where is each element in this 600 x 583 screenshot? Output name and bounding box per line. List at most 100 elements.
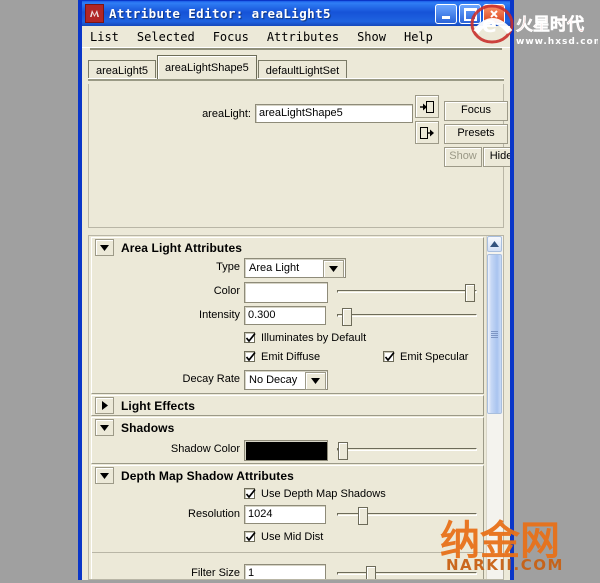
resolution-slider[interactable] <box>337 507 477 525</box>
menu-separator <box>90 48 502 50</box>
tab-strip: areaLight5 areaLightShape5 defaultLightS… <box>88 55 504 81</box>
minimize-button[interactable] <box>435 4 457 24</box>
type-label: Type <box>216 261 240 273</box>
filter-size-slider[interactable] <box>337 566 477 579</box>
maya-glyph <box>90 10 99 17</box>
resolution-slider-thumb[interactable] <box>358 507 369 525</box>
row-decay-rate: Decay Rate No Decay <box>92 367 483 393</box>
depth-map-divider <box>92 552 483 563</box>
section-title-shadows: Shadows <box>121 420 175 435</box>
twisty-down-icon-shadows[interactable] <box>95 419 114 436</box>
emit-specular-label: Emit Specular <box>400 351 469 363</box>
menu-item-selected[interactable]: Selected <box>137 29 204 45</box>
close-icon <box>490 10 498 18</box>
resolution-input[interactable]: 1024 <box>244 505 326 524</box>
filter-size-input[interactable]: 1 <box>244 564 326 579</box>
use-mid-dist-checkbox[interactable] <box>244 531 256 542</box>
section-area-light-attributes: Area Light Attributes Type Area Light Co… <box>91 237 484 394</box>
select-output-button[interactable] <box>415 121 439 144</box>
section-header-shadows[interactable]: Shadows <box>92 418 483 437</box>
chevron-down-glyph <box>311 378 320 384</box>
twisty-down-icon-area-light[interactable] <box>95 239 114 256</box>
svg-text:火星时代: 火星时代 <box>516 14 584 35</box>
emit-diffuse-label: Emit Diffuse <box>261 351 321 363</box>
chevron-down-icon-decay[interactable] <box>305 372 326 390</box>
presets-button[interactable]: Presets <box>444 124 508 144</box>
maximize-button[interactable] <box>459 4 481 24</box>
intensity-slider[interactable] <box>337 308 477 326</box>
filter-size-label: Filter Size <box>191 567 240 579</box>
row-emit: Emit Diffuse Emit Specular <box>92 348 483 367</box>
use-depth-map-shadows-label: Use Depth Map Shadows <box>261 488 386 500</box>
hide-button[interactable]: Hide <box>483 147 510 167</box>
illuminates-by-default-label: Illuminates by Default <box>261 332 367 344</box>
node-name-label: areaLight: <box>202 108 251 120</box>
node-name-input[interactable]: areaLightShape5 <box>255 104 413 123</box>
vertical-scrollbar[interactable] <box>486 236 503 579</box>
window-title: Attribute Editor: areaLight5 <box>109 6 331 21</box>
row-resolution: Resolution 1024 <box>92 504 483 528</box>
shadow-color-slider[interactable] <box>337 442 477 460</box>
arrow-into-box-icon <box>420 100 434 113</box>
filter-size-slider-thumb[interactable] <box>366 566 377 579</box>
menu-item-focus[interactable]: Focus <box>213 29 258 45</box>
check-icon <box>245 351 256 362</box>
twisty-right-icon-light-effects[interactable] <box>95 397 114 414</box>
svg-text:www.hxsd.com: www.hxsd.com <box>516 37 598 47</box>
menu-item-show[interactable]: Show <box>357 29 395 45</box>
menu-item-list[interactable]: List <box>90 29 128 45</box>
intensity-input[interactable]: 0.300 <box>244 306 326 325</box>
type-value: Area Light <box>249 262 300 274</box>
emit-specular-checkbox[interactable] <box>383 351 395 362</box>
menu-bar: List Selected Focus Attributes Show Help <box>82 26 510 48</box>
chevron-down-icon-type[interactable] <box>323 260 344 278</box>
check-icon <box>245 488 256 499</box>
intensity-label: Intensity <box>199 309 240 321</box>
attribute-scroll-area: Area Light Attributes Type Area Light Co… <box>88 235 504 580</box>
emit-diffuse-checkbox[interactable] <box>244 351 256 362</box>
scroll-up-arrow[interactable] <box>487 236 502 252</box>
intensity-slider-thumb[interactable] <box>342 308 353 326</box>
scroll-thumb[interactable] <box>487 254 502 414</box>
shadow-color-swatch[interactable] <box>244 440 328 461</box>
decay-rate-value: No Decay <box>249 374 298 386</box>
section-shadows: Shadows Shadow Color <box>91 417 484 464</box>
section-header-depth-map[interactable]: Depth Map Shadow Attributes <box>92 466 483 485</box>
decay-rate-dropdown[interactable]: No Decay <box>244 370 328 390</box>
node-header-panel: areaLight: areaLightShape5 Focus Presets… <box>88 84 510 317</box>
section-depth-map-shadow-attributes: Depth Map Shadow Attributes Use Depth Ma… <box>91 465 484 579</box>
twisty-down-icon-depth-map[interactable] <box>95 467 114 484</box>
select-input-button[interactable] <box>415 95 439 118</box>
row-filter-size: Filter Size 1 <box>92 563 483 579</box>
row-intensity: Intensity 0.300 <box>92 305 483 329</box>
menu-item-attributes[interactable]: Attributes <box>267 29 348 45</box>
chevron-down-glyph <box>329 266 338 272</box>
tab-strip-divider <box>88 78 504 81</box>
maya-icon <box>85 4 104 23</box>
use-depth-map-shadows-checkbox[interactable] <box>244 488 256 499</box>
row-use-mid-dist: Use Mid Dist <box>92 528 483 550</box>
color-swatch[interactable] <box>244 282 328 303</box>
tab-arealightshape5[interactable]: areaLightShape5 <box>157 55 257 79</box>
window-controls <box>433 4 505 24</box>
shadow-color-label: Shadow Color <box>170 443 240 455</box>
color-slider-thumb[interactable] <box>465 284 476 302</box>
shadow-color-slider-thumb[interactable] <box>338 442 349 460</box>
focus-button[interactable]: Focus <box>444 101 508 121</box>
check-icon <box>245 531 256 542</box>
row-color: Color <box>92 281 483 305</box>
section-title-light-effects: Light Effects <box>121 398 195 413</box>
menu-item-help[interactable]: Help <box>404 29 442 45</box>
section-header-light-effects[interactable]: Light Effects <box>92 396 483 415</box>
section-title-area-light: Area Light Attributes <box>121 240 242 255</box>
close-button[interactable] <box>483 4 505 24</box>
chevron-down-icon <box>100 244 109 251</box>
section-header-area-light[interactable]: Area Light Attributes <box>92 238 483 257</box>
illuminates-by-default-checkbox[interactable] <box>244 332 256 343</box>
row-use-depth-map-shadows: Use Depth Map Shadows <box>92 485 483 504</box>
type-dropdown[interactable]: Area Light <box>244 258 346 278</box>
filter-size-slider-track <box>337 572 477 575</box>
intensity-slider-track <box>337 314 477 317</box>
title-bar: Attribute Editor: areaLight5 <box>82 1 510 26</box>
color-slider[interactable] <box>337 284 477 302</box>
